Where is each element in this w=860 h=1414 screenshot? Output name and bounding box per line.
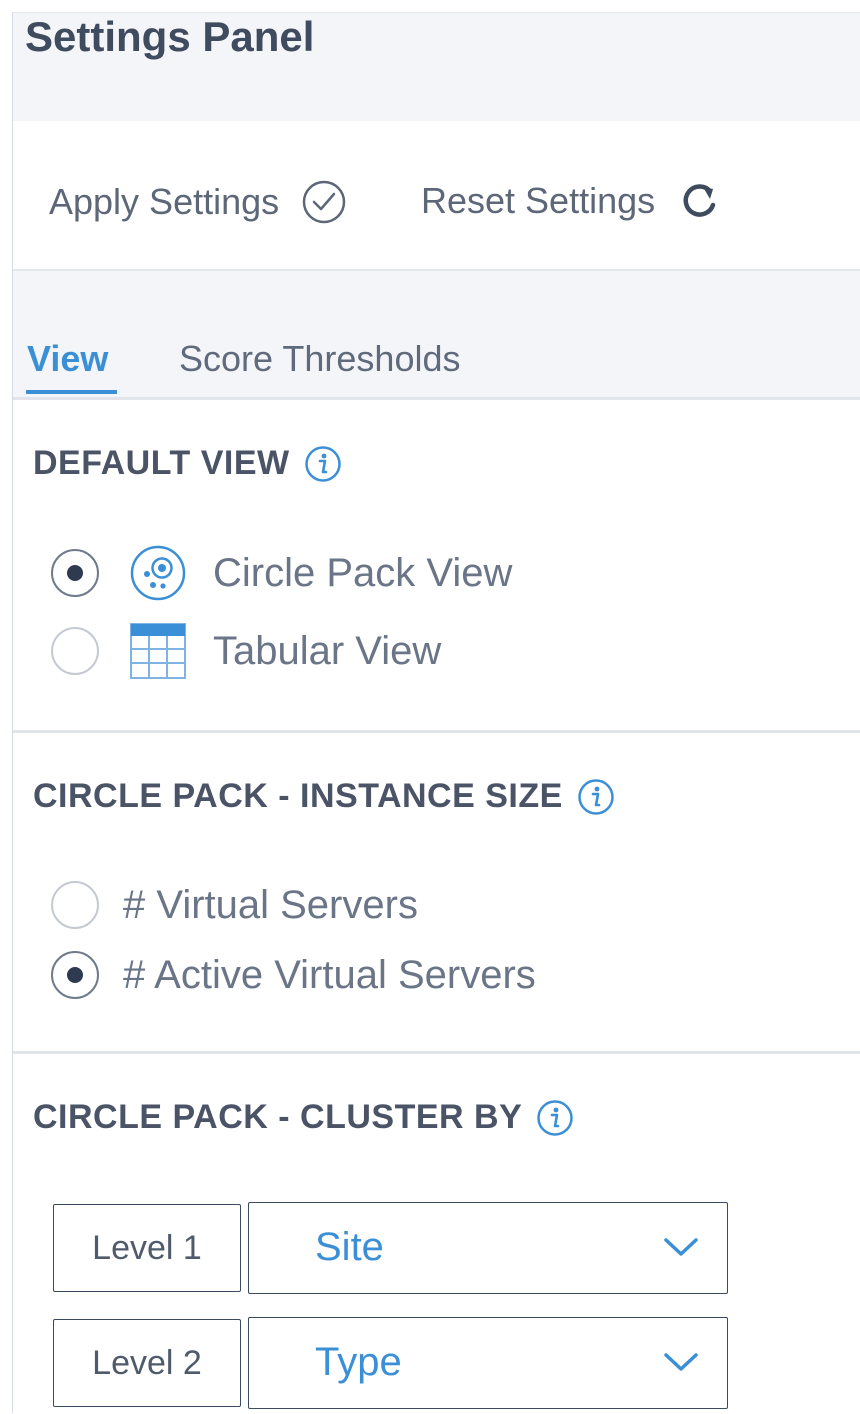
option-circle-pack-view[interactable]: Circle Pack View	[51, 544, 512, 602]
option-tabular-view[interactable]: Tabular View	[51, 622, 441, 680]
radio-button[interactable]	[51, 549, 99, 597]
check-circle-icon	[301, 179, 347, 225]
chevron-down-icon	[663, 1350, 699, 1374]
circle-pack-icon	[129, 544, 187, 602]
option-label: Tabular View	[213, 629, 442, 673]
default-view-heading: DEFAULT VIEW	[33, 444, 342, 483]
cluster-by-section: CIRCLE PACK - CLUSTER BY Level 1 Site Le…	[13, 1054, 860, 1414]
default-view-section: DEFAULT VIEW Circle Pack View Tabular Vi…	[13, 400, 860, 733]
option-virtual-servers[interactable]: # Virtual Servers	[51, 881, 418, 929]
active-tab-indicator	[26, 390, 117, 394]
reset-settings-label: Reset Settings	[421, 180, 656, 221]
chevron-down-icon	[663, 1235, 699, 1259]
cluster-by-heading: CIRCLE PACK - CLUSTER BY	[33, 1098, 574, 1137]
select-value: Site	[315, 1225, 384, 1269]
select-value: Type	[315, 1340, 402, 1384]
reset-settings-button[interactable]: Reset Settings	[421, 179, 721, 223]
option-label: Circle Pack View	[213, 551, 513, 595]
tab-score-thresholds[interactable]: Score Thresholds	[179, 339, 460, 379]
info-icon[interactable]	[577, 778, 615, 816]
panel-title: Settings Panel	[25, 13, 315, 60]
option-active-virtual-servers[interactable]: # Active Virtual Servers	[51, 951, 536, 999]
apply-settings-button[interactable]: Apply Settings	[49, 179, 347, 225]
info-icon[interactable]	[304, 445, 342, 483]
radio-button[interactable]	[51, 951, 99, 999]
refresh-icon	[677, 179, 721, 223]
tab-bar: View Score Thresholds	[13, 271, 860, 400]
default-view-title: DEFAULT VIEW	[33, 444, 290, 482]
panel-header: Settings Panel	[13, 13, 860, 121]
level-label: Level 1	[53, 1204, 241, 1292]
level-label: Level 2	[53, 1319, 241, 1407]
settings-panel: Settings Panel Apply Settings Reset Sett…	[12, 12, 860, 1414]
apply-settings-label: Apply Settings	[49, 181, 280, 222]
option-label: # Active Virtual Servers	[123, 953, 536, 997]
radio-button[interactable]	[51, 881, 99, 929]
instance-size-title: CIRCLE PACK - INSTANCE SIZE	[33, 777, 563, 815]
cluster-by-title: CIRCLE PACK - CLUSTER BY	[33, 1098, 523, 1136]
option-label: # Virtual Servers	[123, 883, 418, 927]
instance-size-section: CIRCLE PACK - INSTANCE SIZE # Virtual Se…	[13, 733, 860, 1054]
radio-button[interactable]	[51, 627, 99, 675]
info-icon[interactable]	[536, 1099, 574, 1137]
level-2-select[interactable]: Type	[248, 1317, 728, 1409]
settings-toolbar: Apply Settings Reset Settings	[13, 121, 860, 271]
instance-size-heading: CIRCLE PACK - INSTANCE SIZE	[33, 777, 615, 816]
level-1-select[interactable]: Site	[248, 1202, 728, 1294]
tab-view[interactable]: View	[27, 339, 108, 379]
table-icon	[129, 622, 187, 680]
